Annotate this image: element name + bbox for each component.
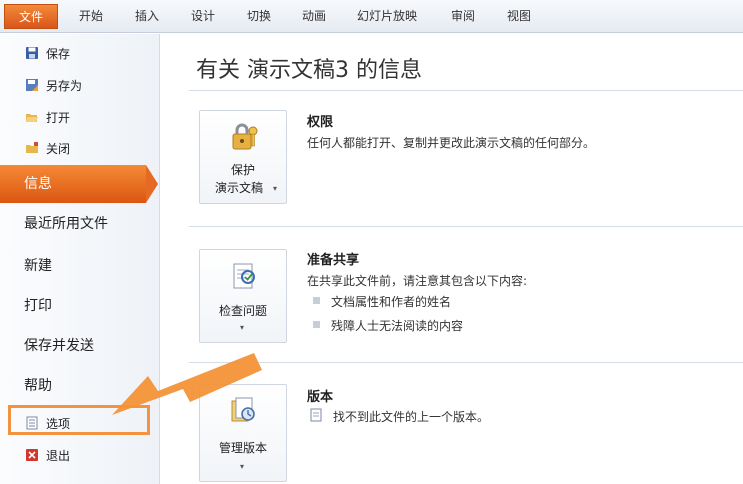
options-highlight-box <box>8 405 150 435</box>
share-item-1: 文档属性和作者的姓名 <box>331 295 452 309</box>
folder-open-icon <box>26 114 38 122</box>
share-heading: 准备共享 <box>307 253 360 268</box>
document-icon <box>310 408 322 422</box>
ribbon-tab-bar: 文件 开始 插入 设计 切换 动画 幻灯片放映 审阅 视图 <box>0 0 743 33</box>
nav-save[interactable]: 保存 <box>0 41 160 65</box>
section-divider-1 <box>189 226 743 227</box>
info-panel: 有关 演示文稿3 的信息 保护 演示文稿 ▾ 权限 任何人都能打开、复制并更改此… <box>161 34 743 484</box>
nav-exit[interactable]: 退出 <box>0 443 160 467</box>
nav-save-as[interactable]: 另存为 <box>0 73 160 97</box>
share-text: 在共享此文件前，请注意其包含以下内容: <box>307 274 528 288</box>
nav-save-send[interactable]: 保存并发送 <box>0 328 160 364</box>
folder-close-icon <box>26 142 38 153</box>
save-as-icon <box>26 79 38 91</box>
chevron-down-icon: ▾ <box>273 184 278 193</box>
exit-icon <box>26 449 38 461</box>
nav-open-label: 打开 <box>46 111 71 125</box>
manage-versions-button[interactable]: 管理版本 ▾ <box>199 384 287 482</box>
section-divider-2 <box>189 362 743 363</box>
share-item-2: 残障人士无法阅读的内容 <box>331 319 464 333</box>
tab-slideshow[interactable]: 幻灯片放映 <box>357 4 417 29</box>
nav-help[interactable]: 帮助 <box>0 368 160 404</box>
tab-file[interactable]: 文件 <box>4 4 58 29</box>
nav-print[interactable]: 打印 <box>0 288 160 324</box>
title-divider <box>189 90 743 91</box>
inspect-document-icon <box>233 263 255 289</box>
chevron-down-icon: ▾ <box>240 323 245 332</box>
nav-info-selected[interactable]: 信息 <box>0 165 146 203</box>
nav-exit-label: 退出 <box>46 449 71 463</box>
save-icon <box>26 47 38 59</box>
versions-text: 找不到此文件的上一个版本。 <box>333 410 490 424</box>
permissions-heading: 权限 <box>307 115 334 130</box>
bullet-icon <box>313 321 320 328</box>
page-title: 有关 演示文稿3 的信息 <box>196 58 422 83</box>
nav-save-label: 保存 <box>46 47 71 61</box>
manage-versions-icon <box>231 397 255 422</box>
nav-close[interactable]: 关闭 <box>0 136 160 160</box>
manage-versions-label: 管理版本 <box>218 441 267 455</box>
versions-heading: 版本 <box>307 390 334 405</box>
permissions-text: 任何人都能打开、复制并更改此演示文稿的任何部分。 <box>307 136 596 150</box>
lock-key-icon <box>232 123 258 150</box>
chevron-down-icon: ▾ <box>240 462 245 471</box>
tab-design[interactable]: 设计 <box>191 4 215 29</box>
check-issues-label: 检查问题 <box>218 304 267 318</box>
protect-presentation-button[interactable]: 保护 演示文稿 ▾ <box>199 110 287 204</box>
tab-transitions[interactable]: 切换 <box>247 4 271 29</box>
nav-new[interactable]: 新建 <box>0 248 160 284</box>
tab-review[interactable]: 审阅 <box>451 4 475 29</box>
tab-view[interactable]: 视图 <box>507 4 531 29</box>
tab-insert[interactable]: 插入 <box>135 4 159 29</box>
protect-button-label-1: 保护 <box>230 163 255 177</box>
nav-recent[interactable]: 最近所用文件 <box>0 206 160 242</box>
nav-close-label: 关闭 <box>46 142 71 156</box>
tab-animations[interactable]: 动画 <box>302 4 326 29</box>
protect-button-label-2: 演示文稿 <box>214 181 263 195</box>
nav-save-as-label: 另存为 <box>46 79 83 93</box>
nav-open[interactable]: 打开 <box>0 105 160 129</box>
check-for-issues-button[interactable]: 检查问题 ▾ <box>199 249 287 343</box>
bullet-icon <box>313 297 320 304</box>
selected-pointer <box>146 165 158 203</box>
tab-home[interactable]: 开始 <box>79 4 103 29</box>
